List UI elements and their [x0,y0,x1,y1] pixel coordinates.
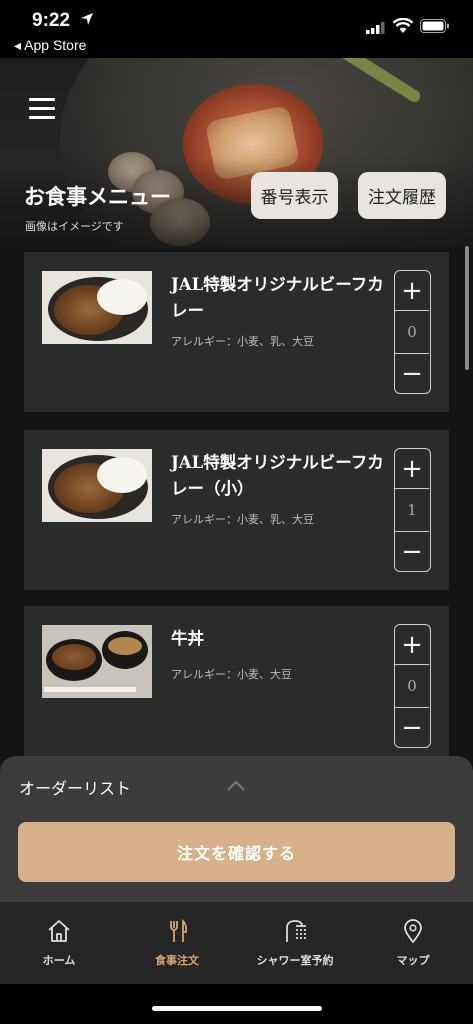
status-bar: 9:22 ◂ App Store [0,0,473,58]
home-icon [48,920,70,942]
quantity-stepper: + 0 − [394,270,431,394]
quantity-value: 0 [407,322,417,341]
status-time: 9:22 [32,10,71,31]
menu-item-card: JAL特製オリジナルビーフカレー アレルギー：小麦、乳、大豆 + 0 − [24,252,449,412]
tab-label: シャワー室予約 [256,954,334,967]
menu-item-allergy: アレルギー：小麦、大豆 [171,668,292,681]
quantity-stepper: + 0 − [394,624,431,748]
tab-label: ホーム [42,954,76,967]
order-list-panel: オーダーリスト 注文を確認する [0,756,473,902]
gyudon-image [42,625,152,698]
quantity-stepper: + 1 − [394,448,431,572]
number-display-button[interactable]: 番号表示 [251,172,338,219]
fork-knife-icon [170,918,188,942]
tab-home[interactable]: ホーム [0,918,118,978]
menu-list[interactable]: JAL特製オリジナルビーフカレー アレルギー：小麦、乳、大豆 + 0 − JAL… [0,248,473,768]
menu-item-name: JAL特製オリジナルビーフカレー（小） [171,453,384,498]
confirm-order-button[interactable]: 注文を確認する [18,822,455,882]
shower-icon [286,920,307,942]
decrement-button[interactable]: − [395,353,429,393]
tab-bar: ホーム 食事注文 シャワー室予約 マップ [0,902,473,984]
tab-label: 食事注文 [155,954,199,967]
scrollbar[interactable] [465,246,469,370]
tab-meal-order[interactable]: 食事注文 [118,918,236,978]
battery-icon [420,19,449,33]
map-pin-icon [404,919,422,944]
increment-button[interactable]: + [395,625,429,665]
menu-item-name: JAL特製オリジナルビーフカレー [171,275,384,320]
menu-item-allergy: アレルギー：小麦、乳、大豆 [171,513,314,526]
home-indicator[interactable] [152,1006,322,1011]
quantity-value: 1 [407,500,417,519]
decrement-button[interactable]: − [395,531,429,571]
quantity-value: 0 [407,676,417,695]
menu-item-allergy: アレルギー：小麦、乳、大豆 [171,335,314,348]
location-arrow-icon [81,13,93,25]
image-disclaimer: 画像はイメージです [25,220,124,233]
menu-item-card: 牛丼 アレルギー：小麦、大豆 + 0 − [24,606,449,766]
order-list-title: オーダーリスト [19,779,132,798]
back-to-app-store-link[interactable]: ◂ App Store [14,37,86,54]
cellular-signal-icon [366,22,385,34]
menu-item-name: 牛丼 [171,629,204,648]
tab-shower-reservation[interactable]: シャワー室予約 [236,918,354,978]
menu-item-card: JAL特製オリジナルビーフカレー（小） アレルギー：小麦、乳、大豆 + 1 − [24,430,449,590]
hamburger-menu-icon[interactable] [29,98,55,120]
tab-label: マップ [396,954,430,967]
wifi-icon [393,18,413,33]
increment-button[interactable]: + [395,271,429,311]
small-beef-curry-image [42,449,152,522]
beef-curry-image [42,271,152,344]
decrement-button[interactable]: − [395,707,429,747]
page-title: お食事メニュー [24,184,171,209]
tab-map[interactable]: マップ [354,918,472,978]
increment-button[interactable]: + [395,449,429,489]
order-history-button[interactable]: 注文履歴 [358,172,446,219]
chevron-up-icon[interactable] [226,780,246,792]
